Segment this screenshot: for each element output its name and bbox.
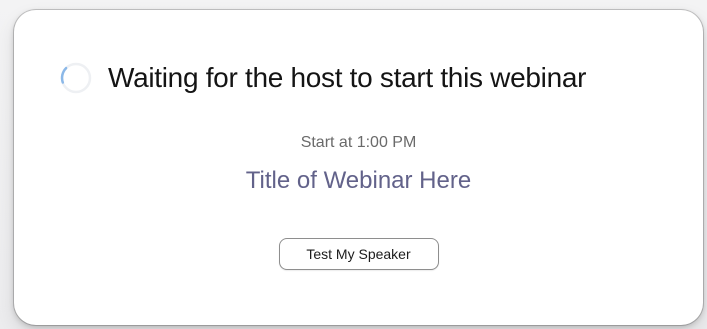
waiting-status-title: Waiting for the host to start this webin… <box>108 62 587 93</box>
waiting-room-dialog: Waiting for the host to start this webin… <box>14 10 703 325</box>
button-container: Test My Speaker <box>14 238 703 270</box>
start-time-text: Start at 1:00 PM <box>300 134 417 151</box>
test-speaker-button[interactable]: Test My Speaker <box>278 238 439 270</box>
webinar-title: Title of Webinar Here <box>245 167 472 194</box>
status-header: Waiting for the host to start this webin… <box>60 60 683 96</box>
screen-background: Waiting for the host to start this webin… <box>0 0 707 329</box>
loading-spinner-icon <box>60 62 92 94</box>
